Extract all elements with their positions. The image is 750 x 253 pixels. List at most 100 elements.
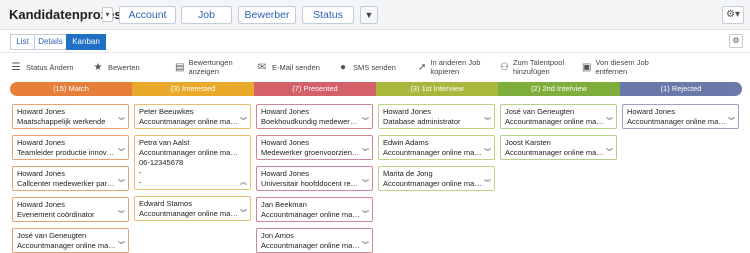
- action-label: Zum Talentpool hinzufügen: [512, 58, 565, 76]
- collapse-chevron-icon[interactable]: ︽: [240, 179, 247, 187]
- expand-chevron-icon[interactable]: ︾: [606, 118, 613, 126]
- candidate-role: Accountmanager online marke...: [139, 148, 246, 157]
- bewerber-filter-button[interactable]: Bewerber: [238, 6, 296, 24]
- action-label: Bewertungen anzeigen: [188, 58, 233, 76]
- expand-chevron-icon[interactable]: ︾: [362, 180, 369, 188]
- candidate-card[interactable]: Petra van Aalst Accountmanager online mar…: [134, 135, 251, 190]
- stage-header: (3) Interested: [132, 82, 254, 96]
- candidate-card[interactable]: Howard Jones Evenement coördinator ︾: [12, 197, 129, 222]
- candidate-role: Accountmanager online marketi...: [17, 241, 124, 250]
- expand-chevron-icon[interactable]: ︾: [362, 242, 369, 250]
- candidate-card[interactable]: Howard Jones Medewerker groenvoorziening ︾: [256, 135, 373, 160]
- candidate-name: José van Geneugten: [505, 107, 575, 116]
- candidate-role: Accountmanager online marke...: [383, 148, 490, 157]
- candidate-role: Universitair hoofddocent recht...: [261, 179, 367, 188]
- action-label: Von diesem Job entfernen: [595, 58, 649, 76]
- candidate-role: Accountmanager online marke...: [627, 117, 734, 126]
- candidate-role: Database administrator: [383, 117, 461, 126]
- candidate-name: Howard Jones: [17, 169, 65, 178]
- candidate-detail: 06-12345678: [139, 158, 184, 167]
- candidate-role: Accountmanager online marke...: [261, 210, 368, 219]
- candidate-role: Accountmanager online marke...: [383, 179, 490, 188]
- action-label: In anderen Job kopieren: [430, 58, 481, 76]
- expand-chevron-icon[interactable]: ︾: [484, 118, 491, 126]
- candidate-card[interactable]: Howard Jones Accountmanager online marke.…: [622, 104, 739, 129]
- tab-kanban[interactable]: Kanban: [66, 34, 106, 50]
- expand-chevron-icon[interactable]: ︾: [118, 118, 125, 126]
- job-filter-button[interactable]: Job: [181, 6, 232, 24]
- candidate-card[interactable]: Peter Beeuwkes Accountmanager online mark…: [134, 104, 251, 129]
- candidate-role: Maatschappelijk werkende: [17, 117, 106, 126]
- candidate-name: Petra van Aalst: [139, 138, 190, 147]
- candidate-name: Jon Amos: [261, 231, 294, 240]
- candidate-card[interactable]: Marita de Jong Accountmanager online mark…: [378, 166, 495, 191]
- candidate-card[interactable]: Edwin Adams Accountmanager online marke..…: [378, 135, 495, 160]
- divider: [0, 52, 750, 53]
- stage-header: (7) Presented: [254, 82, 376, 96]
- action-add-to-talentpool[interactable]: ⚇ Zum Talentpool hinzufügen: [500, 55, 575, 79]
- expand-chevron-icon[interactable]: ︾: [240, 118, 247, 126]
- action-rate[interactable]: ★ Bewerten: [92, 55, 140, 79]
- expand-chevron-icon[interactable]: ︾: [362, 149, 369, 157]
- action-label: SMS senden: [353, 62, 396, 72]
- view-tabs: List Details Kanban: [10, 34, 106, 50]
- page-title: Kandidatenprozesse: [9, 7, 137, 22]
- candidate-card[interactable]: Howard Jones Database administrator ︾: [378, 104, 495, 129]
- candidate-card[interactable]: Jan Beekman Accountmanager online marke..…: [256, 197, 373, 222]
- candidate-name: Edwin Adams: [383, 138, 429, 147]
- candidate-card[interactable]: Howard Jones Maatschappelijk werkende ︾: [12, 104, 129, 129]
- action-send-sms[interactable]: ● SMS senden: [337, 55, 396, 79]
- candidate-card[interactable]: José van Geneugten Accountmanager online …: [12, 228, 129, 253]
- candidate-name: Howard Jones: [383, 107, 431, 116]
- candidate-card[interactable]: Howard Jones Boekhoudkundig medewerker ︾: [256, 104, 373, 129]
- title-bar: Kandidatenprozesse ▾ Account Job Bewerbe…: [0, 0, 750, 30]
- action-remove-from-job[interactable]: ▣ Von diesem Job entfernen: [582, 55, 652, 79]
- filter-button[interactable]: ▼: [360, 6, 378, 24]
- action-copy-to-job[interactable]: ➚ In anderen Job kopieren: [418, 55, 486, 79]
- board-settings-gear-icon[interactable]: ⚙: [729, 34, 743, 48]
- expand-chevron-icon[interactable]: ︾: [484, 149, 491, 157]
- candidate-card[interactable]: José van Geneugten Accountmanager online …: [500, 104, 617, 129]
- funnel-icon: ▼: [364, 10, 374, 20]
- tab-details[interactable]: Details: [34, 34, 67, 50]
- expand-chevron-icon[interactable]: ︾: [118, 180, 125, 188]
- candidate-role: Medewerker groenvoorziening: [261, 148, 362, 157]
- title-dropdown-button[interactable]: ▾: [102, 7, 113, 22]
- expand-chevron-icon[interactable]: ︾: [118, 242, 125, 250]
- expand-chevron-icon[interactable]: ︾: [118, 149, 125, 157]
- candidate-role: Accountmanager online marke...: [505, 117, 612, 126]
- candidate-card[interactable]: Jon Amos Accountmanager online marke... ︾: [256, 228, 373, 253]
- star-icon: ★: [93, 61, 103, 73]
- expand-chevron-icon[interactable]: ︾: [118, 211, 125, 219]
- candidate-role: Boekhoudkundig medewerker: [261, 117, 361, 126]
- expand-chevron-icon[interactable]: ︾: [240, 210, 247, 218]
- expand-chevron-icon[interactable]: ︾: [362, 118, 369, 126]
- candidate-name: Howard Jones: [17, 138, 65, 147]
- candidate-name: Peter Beeuwkes: [139, 107, 194, 116]
- action-show-ratings[interactable]: ▤ Bewertungen anzeigen: [175, 55, 237, 79]
- expand-chevron-icon[interactable]: ︾: [728, 118, 735, 126]
- tab-list[interactable]: List: [10, 34, 35, 50]
- account-filter-button[interactable]: Account: [119, 6, 176, 24]
- candidate-card[interactable]: Joost Karsten Accountmanager online marke…: [500, 135, 617, 160]
- status-filter-button[interactable]: Status: [302, 6, 354, 24]
- expand-chevron-icon[interactable]: ︾: [606, 149, 613, 157]
- candidate-name: Joost Karsten: [505, 138, 551, 147]
- remove-document-icon: ▣: [582, 61, 592, 73]
- candidate-name: Marita de Jong: [383, 169, 433, 178]
- action-label: Status Ändern: [26, 62, 74, 72]
- candidate-name: Jan Beekman: [261, 200, 307, 209]
- stage-header: (2) 2nd Interview: [498, 82, 620, 96]
- action-send-email[interactable]: ✉ E-Mail senden: [256, 55, 320, 79]
- candidate-card[interactable]: Howard Jones Teamleider productie innovat…: [12, 135, 129, 160]
- candidate-card[interactable]: Howard Jones Callcenter medewerker partic…: [12, 166, 129, 191]
- expand-chevron-icon[interactable]: ︾: [362, 211, 369, 219]
- candidate-card[interactable]: Edward Stamos Accountmanager online marke…: [134, 196, 251, 221]
- walking-person-icon: ➚: [418, 61, 427, 73]
- settings-menu-button[interactable]: ⚙▾: [722, 6, 744, 24]
- candidate-card[interactable]: Howard Jones Universitair hoofddocent rec…: [256, 166, 373, 191]
- candidate-role: Teamleider productie innovatie: [17, 148, 119, 157]
- action-label: E-Mail senden: [272, 62, 320, 72]
- expand-chevron-icon[interactable]: ︾: [484, 180, 491, 188]
- action-change-status[interactable]: ☰ Status Ändern: [10, 55, 74, 79]
